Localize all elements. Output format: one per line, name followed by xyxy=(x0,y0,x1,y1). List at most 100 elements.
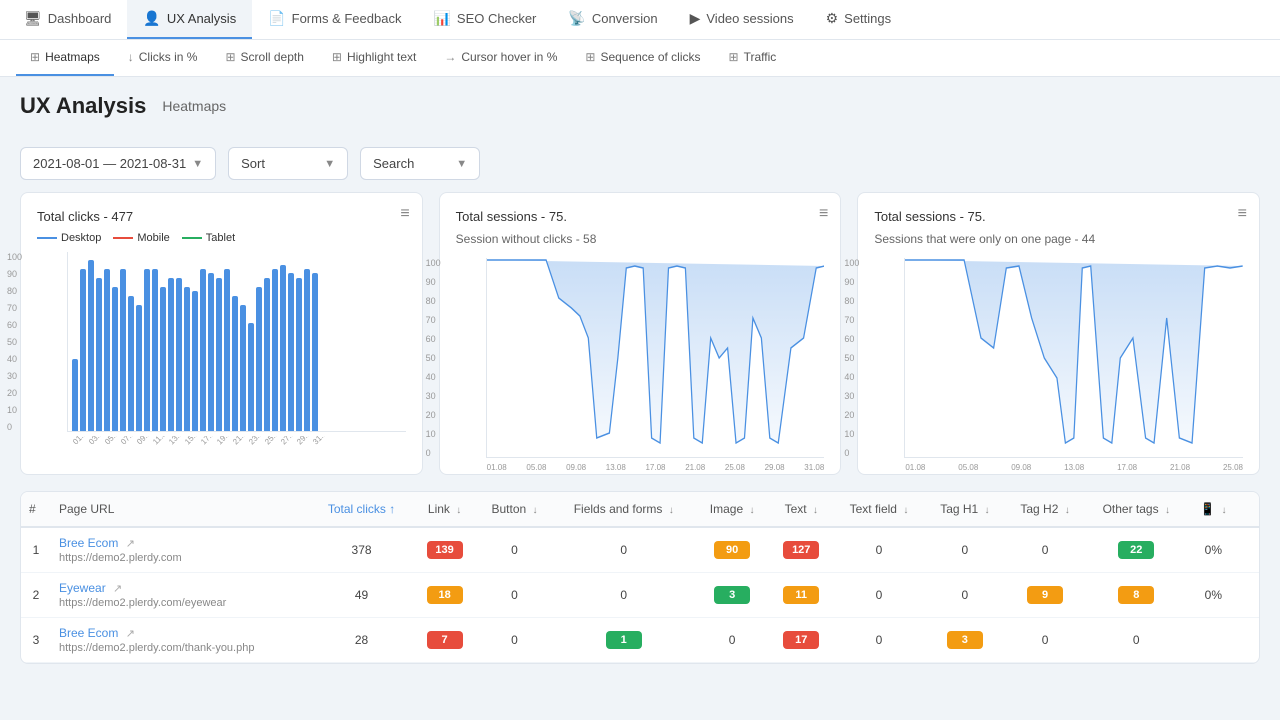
table-cell: 0 xyxy=(553,527,695,573)
col-button[interactable]: Button ↓ xyxy=(476,492,552,527)
other-tags-sort-icon: ↓ xyxy=(1165,505,1170,516)
nav-ux-analysis[interactable]: 👤 UX Analysis xyxy=(127,0,252,39)
bar xyxy=(288,273,294,431)
legend-tablet-dot xyxy=(182,237,202,239)
col-mobile[interactable]: 📱 ↓ xyxy=(1187,492,1239,527)
table-cell: 3 xyxy=(925,618,1005,663)
page-url-cell: Bree Ecom ↗ https://demo2.plerdy.com/than… xyxy=(51,618,310,663)
subnav-cursor-hover[interactable]: → Cursor hover in % xyxy=(430,40,571,76)
table-cell: 0% xyxy=(1187,527,1239,573)
table-cell: 1 xyxy=(21,527,51,573)
fields-sort-icon: ↓ xyxy=(669,505,674,516)
x-label: 03.08.21 xyxy=(87,436,103,446)
nav-dashboard[interactable]: 🖥 Dashboard xyxy=(8,0,127,39)
nav-conversion[interactable]: 📡 Conversion xyxy=(552,0,673,39)
chart3-svg xyxy=(905,258,1243,458)
chart3-title: Total sessions - 75. xyxy=(874,209,1243,224)
nav-settings-label: Settings xyxy=(844,11,891,26)
col-image[interactable]: Image ↓ xyxy=(695,492,769,527)
bar xyxy=(112,287,118,431)
table-cell: 0 xyxy=(925,527,1005,573)
col-tag-h2[interactable]: Tag H2 ↓ xyxy=(1005,492,1085,527)
image-sort-icon: ↓ xyxy=(749,505,754,516)
table-cell: 0 xyxy=(1085,618,1187,663)
x-label: 29.08.21 xyxy=(295,436,311,446)
page-name-link[interactable]: Eyewear xyxy=(59,581,106,595)
table-cell: 7 xyxy=(413,618,477,663)
col-fields-forms[interactable]: Fields and forms ↓ xyxy=(553,492,695,527)
bar xyxy=(96,278,102,431)
nav-settings[interactable]: ⚙ Settings xyxy=(810,0,908,39)
table-cell: 0 xyxy=(925,573,1005,618)
table-row: 3 Bree Ecom ↗ https://demo2.plerdy.com/tha… xyxy=(21,618,1259,663)
page-name-link[interactable]: Bree Ecom xyxy=(59,536,118,550)
chart-total-clicks: ≡ Total clicks - 477 Desktop Mobile Tabl… xyxy=(20,192,423,475)
badge: 127 xyxy=(783,541,819,559)
nav-seo-checker[interactable]: 📊 SEO Checker xyxy=(417,0,552,39)
chart2-menu[interactable]: ≡ xyxy=(819,205,828,223)
date-range-select[interactable]: 2021-08-01 — 2021-08-31 ▼ xyxy=(20,147,216,180)
date-range-chevron: ▼ xyxy=(192,158,203,170)
bar xyxy=(176,278,182,431)
chart1-menu[interactable]: ≡ xyxy=(400,205,409,223)
nav-dashboard-label: Dashboard xyxy=(48,11,112,26)
ext-link-icon[interactable]: ↗ xyxy=(113,583,122,595)
filter-bar: 2021-08-01 — 2021-08-31 ▼ Sort ▼ Search … xyxy=(0,135,1280,192)
table-cell: 8 xyxy=(1085,573,1187,618)
search-select[interactable]: Search ▼ xyxy=(360,147,480,180)
subnav-clicks[interactable]: ↓ Clicks in % xyxy=(114,40,212,76)
table-cell: 139 xyxy=(413,527,477,573)
table-row: 1Bree Ecom ↗https://demo2.plerdy.com3781… xyxy=(21,527,1259,573)
subnav-scroll-depth[interactable]: ⊞ Scroll depth xyxy=(211,40,317,76)
table-body: 1 Bree Ecom ↗ https://demo2.plerdy.com 3 7 8 1… xyxy=(21,527,1259,663)
col-other-tags[interactable]: Other tags ↓ xyxy=(1085,492,1187,527)
col-num: # xyxy=(21,492,51,527)
col-text-field[interactable]: Text field ↓ xyxy=(833,492,925,527)
subnav-clicks-label: Clicks in % xyxy=(139,50,198,64)
badge: 17 xyxy=(783,631,819,649)
table-cell: 9 xyxy=(1005,573,1085,618)
bar xyxy=(120,269,126,431)
badge: 3 xyxy=(947,631,983,649)
badge: 11 xyxy=(783,586,819,604)
ext-link-icon[interactable]: ↗ xyxy=(126,628,135,640)
chart3-menu[interactable]: ≡ xyxy=(1238,205,1247,223)
table-cell: 0 xyxy=(476,573,552,618)
nav-forms-label: Forms & Feedback xyxy=(292,11,402,26)
page-url-text: https://demo2.plerdy.com xyxy=(59,552,182,564)
bar xyxy=(264,278,270,431)
sort-select[interactable]: Sort ▼ xyxy=(228,147,348,180)
col-tag-h1[interactable]: Tag H1 ↓ xyxy=(925,492,1005,527)
clicks-icon: ↓ xyxy=(128,50,134,64)
bar xyxy=(152,269,158,431)
table-cell: 11 xyxy=(769,573,833,618)
subnav-heatmaps[interactable]: ⊞ Heatmaps xyxy=(16,40,114,76)
table-cell: 0 xyxy=(833,527,925,573)
bar xyxy=(144,269,150,431)
bar xyxy=(136,305,142,431)
bar-chart xyxy=(67,252,406,432)
col-text[interactable]: Text ↓ xyxy=(769,492,833,527)
sub-nav: ⊞ Heatmaps ↓ Clicks in % ⊞ Scroll depth … xyxy=(0,40,1280,77)
col-total-clicks[interactable]: Total clicks ↑ xyxy=(310,492,412,527)
subnav-sequence[interactable]: ⊞ Sequence of clicks xyxy=(571,40,714,76)
table-cell: 0 xyxy=(833,618,925,663)
chart1-title: Total clicks - 477 xyxy=(37,209,406,224)
heatmaps-icon: ⊞ xyxy=(30,50,40,64)
page-url-cell: Bree Ecom ↗ https://demo2.plerdy.com xyxy=(51,527,310,573)
page-name-link[interactable]: Bree Ecom xyxy=(59,626,118,640)
col-link[interactable]: Link ↓ xyxy=(413,492,477,527)
subnav-traffic[interactable]: ⊞ Traffic xyxy=(715,40,791,76)
text-field-sort-icon: ↓ xyxy=(903,505,908,516)
bar xyxy=(232,296,238,431)
nav-video-sessions[interactable]: ▶ Video sessions xyxy=(674,0,810,39)
page-url-text: https://demo2.plerdy.com/thank-you.php xyxy=(59,642,254,654)
badge: 3 xyxy=(714,586,750,604)
table-cell xyxy=(1239,527,1259,573)
nav-forms-feedback[interactable]: 📄 Forms & Feedback xyxy=(252,0,417,39)
highlight-icon: ⊞ xyxy=(332,50,342,64)
ext-link-icon[interactable]: ↗ xyxy=(126,538,135,550)
x-label: 15.08.21 xyxy=(183,436,199,446)
legend-mobile-label: Mobile xyxy=(137,232,169,244)
subnav-highlight-text[interactable]: ⊞ Highlight text xyxy=(318,40,430,76)
